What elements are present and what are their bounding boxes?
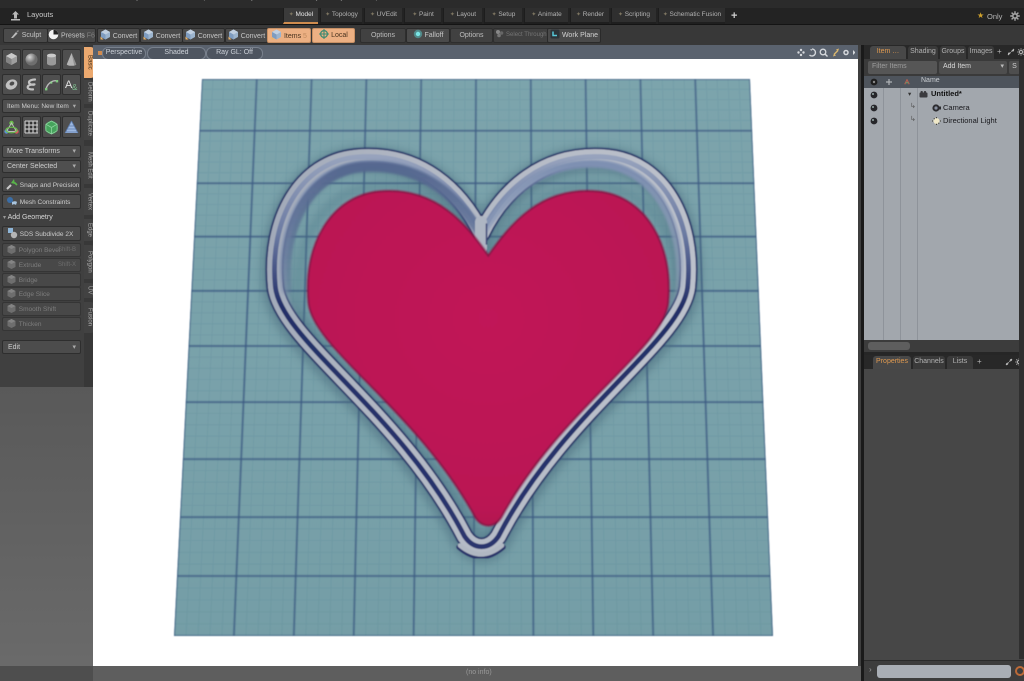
svg-text:&: & bbox=[72, 83, 78, 92]
